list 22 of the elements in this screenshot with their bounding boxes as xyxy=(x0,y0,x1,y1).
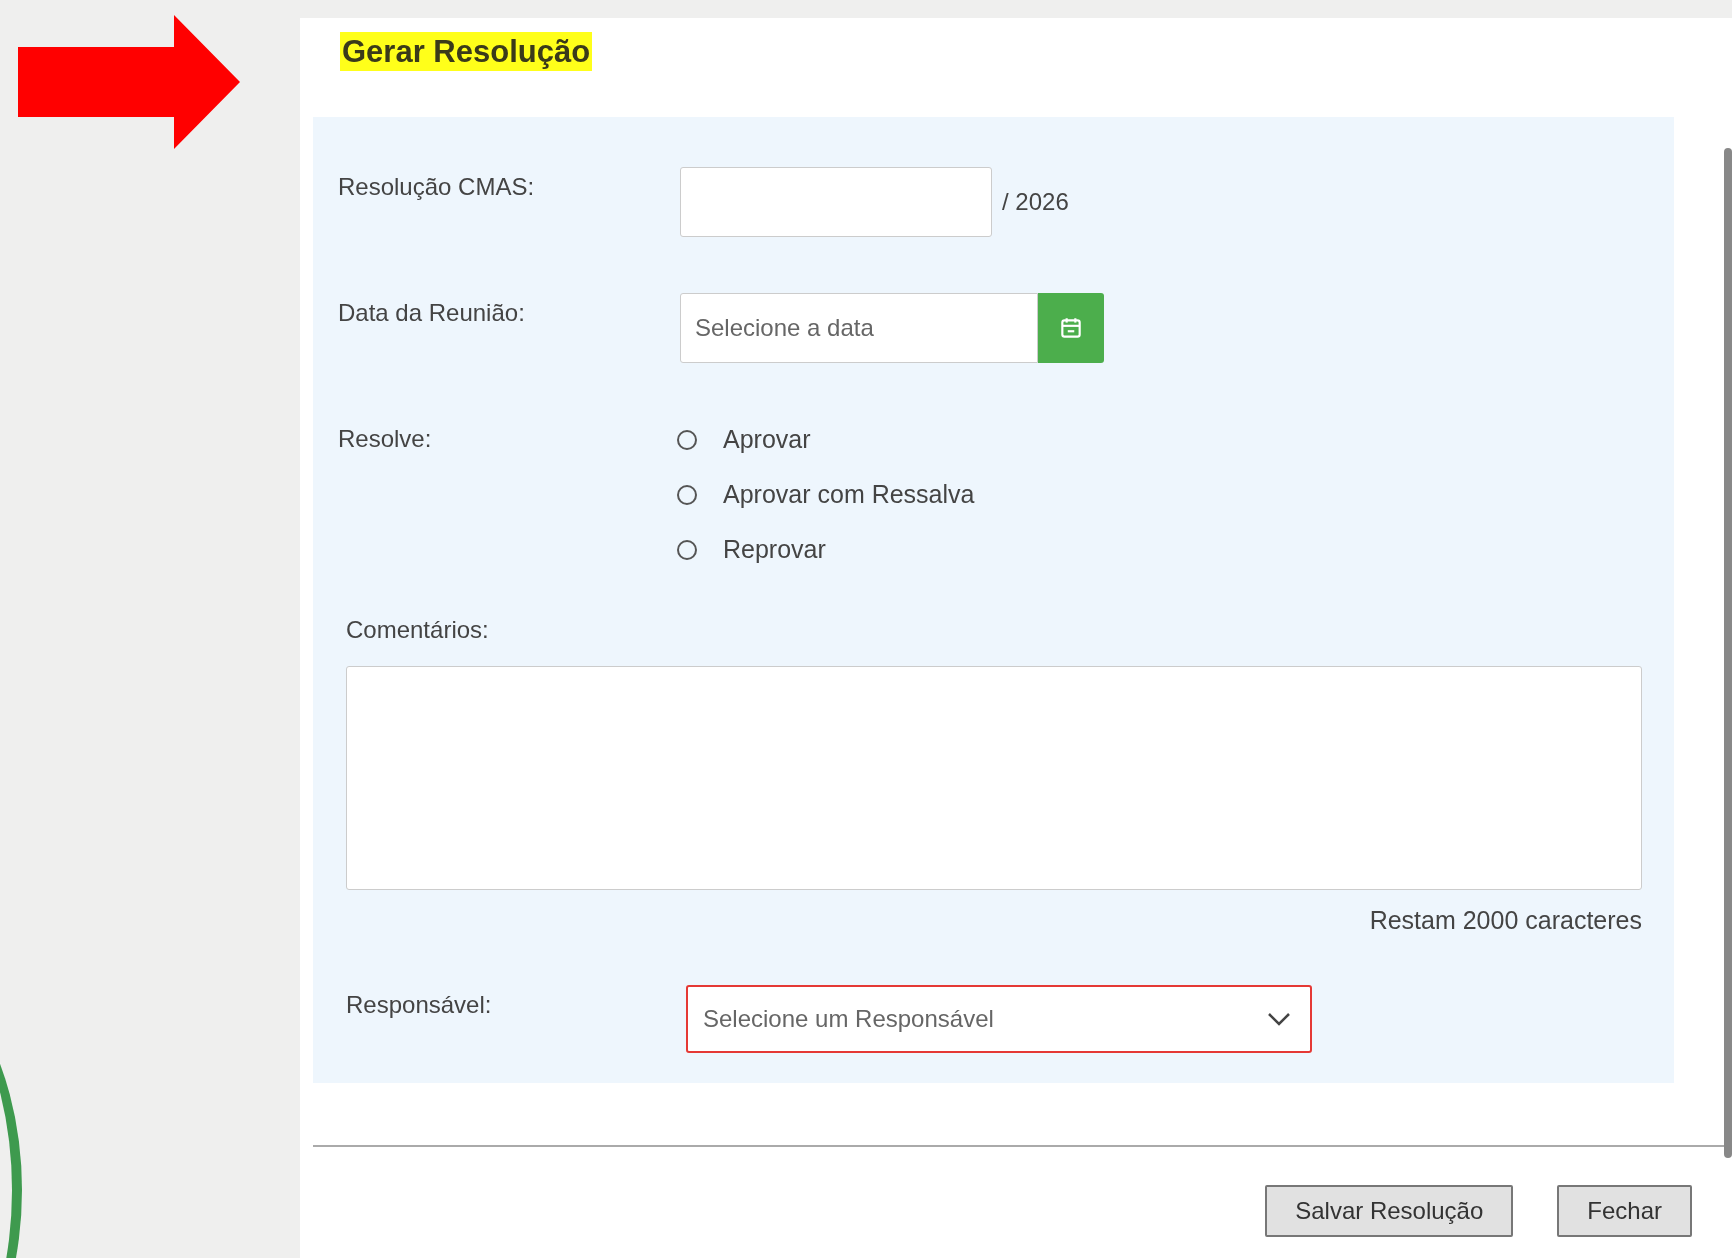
dialog-button[interactable]: Salvar Resolução xyxy=(1265,1185,1514,1237)
calendar-button[interactable] xyxy=(1038,293,1104,363)
character-counter: Restam 2000 caracteres xyxy=(1369,906,1642,935)
dialog-button[interactable]: Fechar xyxy=(1557,1185,1692,1237)
responsible-dropdown[interactable]: Selecione um Responsável xyxy=(686,985,1312,1053)
radio-option[interactable]: Aprovar xyxy=(677,425,975,454)
dialog-title: Gerar Resolução xyxy=(340,32,593,71)
input-field[interactable] xyxy=(680,167,992,237)
scrollbar[interactable] xyxy=(1724,148,1732,1158)
field-label: Responsável: xyxy=(346,990,493,1019)
chevron-icon xyxy=(1266,1011,1292,1027)
comment-field[interactable] xyxy=(346,666,1642,890)
date-field[interactable]: Selecione a data xyxy=(680,293,1038,363)
calendar-icon xyxy=(1058,315,1084,341)
radio-option[interactable]: Aprovar com Ressalva xyxy=(677,480,975,509)
radio-option[interactable]: Reprovar xyxy=(677,535,975,564)
year-suffix: / 2026 xyxy=(1002,188,1069,216)
field-label: Data da Reunião: xyxy=(338,298,526,327)
arrow-icon xyxy=(18,15,240,149)
field-label: Comentários: xyxy=(346,615,490,644)
field-label: Resolve: xyxy=(338,424,433,453)
field-label: Resolução CMAS: xyxy=(338,172,536,201)
